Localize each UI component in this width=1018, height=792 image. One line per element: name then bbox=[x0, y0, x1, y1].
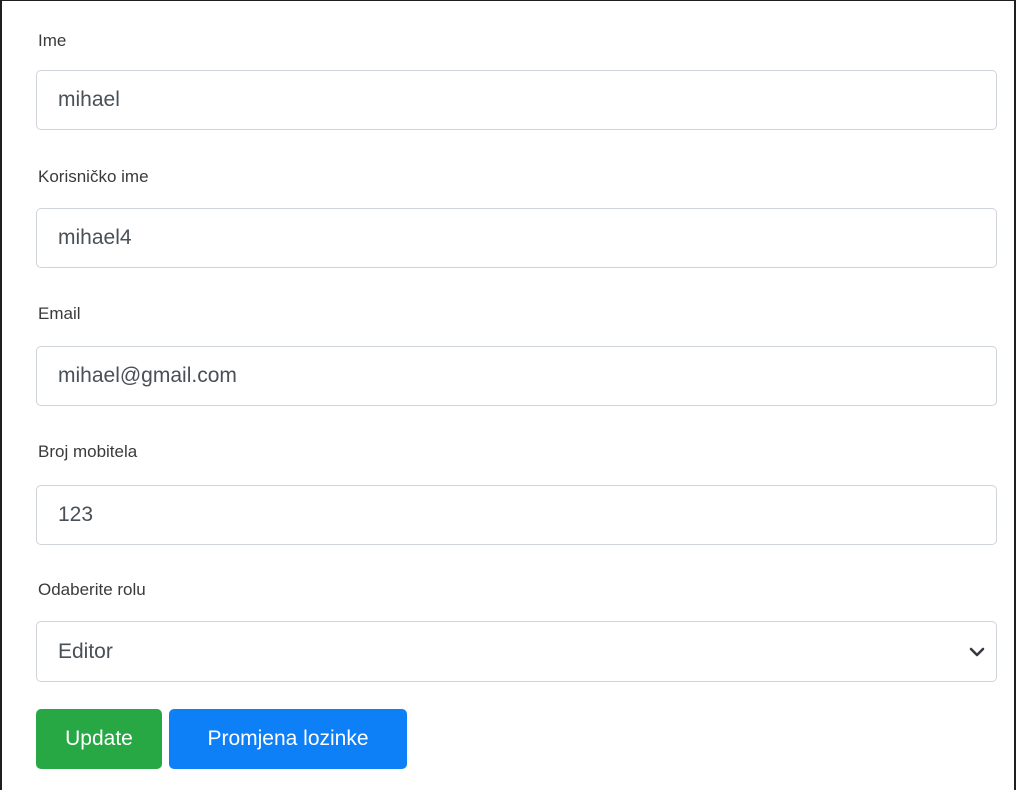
name-input[interactable] bbox=[36, 70, 997, 130]
email-input[interactable] bbox=[36, 346, 997, 406]
username-label: Korisničko ime bbox=[38, 167, 149, 186]
phone-input[interactable] bbox=[36, 485, 997, 545]
role-select[interactable]: Editor bbox=[36, 621, 997, 682]
role-select-value: Editor bbox=[58, 640, 113, 663]
phone-label: Broj mobitela bbox=[38, 442, 138, 461]
update-button[interactable]: Update bbox=[36, 709, 162, 769]
change-password-button[interactable]: Promjena lozinke bbox=[169, 709, 407, 769]
role-label: Odaberite rolu bbox=[38, 580, 146, 599]
chevron-down-icon bbox=[969, 647, 985, 657]
form-container: Ime Korisničko ime Email Broj mobitela O… bbox=[0, 0, 1016, 790]
name-label: Ime bbox=[38, 31, 67, 50]
username-input[interactable] bbox=[36, 208, 997, 268]
email-label: Email bbox=[38, 304, 81, 323]
